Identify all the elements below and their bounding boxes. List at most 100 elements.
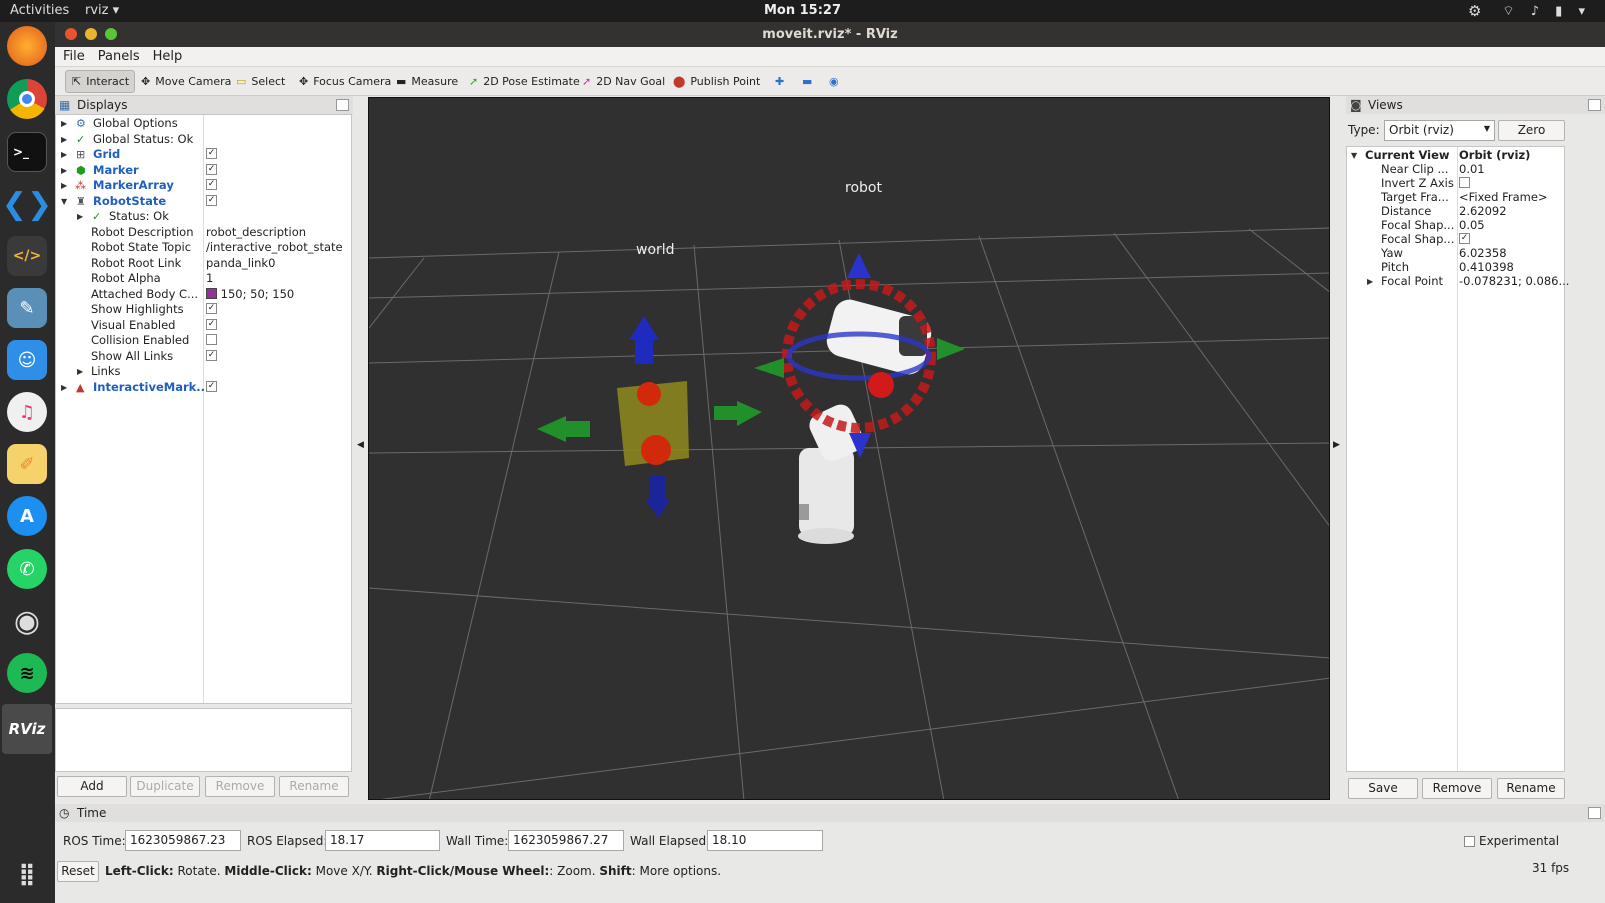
measure-tool[interactable]: ▬ Measure xyxy=(390,70,464,93)
tree-row-status[interactable]: ▶ ✓ Status: Ok xyxy=(56,209,351,225)
collapse-left-handle-icon[interactable]: ◀ xyxy=(357,440,364,450)
show-apps-icon[interactable]: ⣿ xyxy=(7,854,47,894)
ros-elapsed-field[interactable]: 18.17 xyxy=(325,830,440,851)
pose-estimate-tool[interactable]: ➚ 2D Pose Estimate xyxy=(463,70,586,93)
invert-z-checkbox[interactable] xyxy=(1459,176,1470,191)
obs-icon[interactable]: ◉ xyxy=(7,601,47,641)
add-display-button[interactable]: Add xyxy=(57,776,127,797)
expand-arrow-icon[interactable]: ▶ xyxy=(61,147,67,162)
tree-row-visual-enabled[interactable]: Visual Enabled ✓ xyxy=(56,318,351,334)
duplicate-display-button[interactable]: Duplicate xyxy=(130,776,200,797)
collapse-arrow-icon[interactable]: ▼ xyxy=(61,194,67,209)
expand-arrow-icon[interactable]: ▶ xyxy=(61,132,67,147)
experimental-checkbox[interactable] xyxy=(1464,835,1475,849)
chrome-icon[interactable] xyxy=(7,79,47,119)
tool-properties-icon[interactable]: ◉ xyxy=(823,70,845,93)
tree-row-marker[interactable]: ▶ ⬢ Marker ✓ xyxy=(56,163,351,179)
enabled-checkbox[interactable]: ✓ xyxy=(206,380,217,395)
ros-time-field[interactable]: 1623059867.23 xyxy=(125,830,241,851)
menu-help[interactable]: Help xyxy=(145,47,188,64)
expand-arrow-icon[interactable]: ▶ xyxy=(61,380,67,395)
tree-row-robot-state[interactable]: ▼ ♜ RobotState ✓ xyxy=(56,194,351,210)
view-type-select[interactable]: Orbit (rviz) ▼ xyxy=(1384,120,1495,141)
tree-row-robot-state-topic[interactable]: Robot State Topic/interactive_robot_stat… xyxy=(56,240,351,256)
tree-row-robot-alpha[interactable]: Robot Alpha 1 xyxy=(56,271,351,287)
menu-file[interactable]: File xyxy=(55,47,90,64)
remove-tool-icon[interactable]: ▬ xyxy=(796,70,818,93)
terminal-icon[interactable]: >_ xyxy=(7,132,47,172)
tree-row-interactive-markers[interactable]: ▶ ▲ InteractiveMark... ✓ xyxy=(56,380,351,396)
interact-tool[interactable]: ⇱ Interact xyxy=(65,70,135,93)
visual-enabled-checkbox[interactable]: ✓ xyxy=(206,318,217,333)
displays-tree[interactable]: ▶ ⚙ Global Options ▶ ✓ Global Status: Ok ▶ ⊞ G… xyxy=(55,114,352,704)
expand-arrow-icon[interactable]: ▶ xyxy=(77,209,83,224)
firefox-icon[interactable] xyxy=(7,26,47,66)
expand-arrow-icon[interactable]: ▶ xyxy=(77,364,83,379)
show-all-links-checkbox[interactable]: ✓ xyxy=(206,349,217,364)
show-highlights-checkbox[interactable]: ✓ xyxy=(206,302,217,317)
3d-viewport[interactable]: robot world xyxy=(368,97,1330,800)
views-tree[interactable]: ▼ Current View Orbit (rviz) Near Clip ... 0… xyxy=(1346,146,1569,772)
clock[interactable]: Mon 15:27 xyxy=(0,3,1605,18)
tree-row-marker-array[interactable]: ▶ ⁂ MarkerArray ✓ xyxy=(56,178,351,194)
tree-row-show-highlights[interactable]: Show Highlights ✓ xyxy=(56,302,351,318)
select-tool[interactable]: ▭ Select xyxy=(230,70,291,93)
remove-display-button[interactable]: Remove xyxy=(205,776,275,797)
tree-row-global-status[interactable]: ▶ ✓ Global Status: Ok xyxy=(56,132,351,148)
remove-view-button[interactable]: Remove xyxy=(1422,778,1492,799)
publish-point-tool[interactable]: ⬤ Publish Point xyxy=(667,70,766,93)
focal-shape-checkbox[interactable]: ✓ xyxy=(1459,232,1470,247)
view-prop-row[interactable]: ▶ Focal Point -0.078231; 0.086... xyxy=(1347,274,1569,290)
undock-button[interactable] xyxy=(1588,99,1601,111)
collapse-right-handle-icon[interactable]: ▶ xyxy=(1333,440,1340,450)
add-tool-icon[interactable]: ✚ xyxy=(769,70,790,93)
interactive-marker xyxy=(537,316,762,518)
system-tray[interactable]: ⌔ ♪ ▮ ▾ xyxy=(1502,3,1591,19)
activities-button[interactable]: Activities xyxy=(10,3,69,18)
collision-enabled-checkbox[interactable] xyxy=(206,333,217,348)
music-icon[interactable]: ♫ xyxy=(7,392,47,432)
collapse-arrow-icon[interactable]: ▼ xyxy=(1351,148,1357,163)
tree-row-global-options[interactable]: ▶ ⚙ Global Options xyxy=(56,116,351,132)
enabled-checkbox[interactable]: ✓ xyxy=(206,163,217,178)
enabled-checkbox[interactable]: ✓ xyxy=(206,178,217,193)
files-icon[interactable]: ☺ xyxy=(7,340,47,380)
enabled-checkbox[interactable]: ✓ xyxy=(206,147,217,162)
app-store-icon[interactable]: A xyxy=(7,496,47,536)
nav-goal-tool[interactable]: ➚ 2D Nav Goal xyxy=(576,70,671,93)
zero-button[interactable]: Zero xyxy=(1498,120,1565,141)
wall-elapsed-field[interactable]: 18.10 xyxy=(707,830,823,851)
reset-button[interactable]: Reset xyxy=(57,861,99,882)
screenshot-icon[interactable]: ✎ xyxy=(7,288,47,328)
save-view-button[interactable]: Save xyxy=(1348,778,1418,799)
rename-view-button[interactable]: Rename xyxy=(1497,778,1565,799)
tree-row-links[interactable]: ▶ Links xyxy=(56,364,351,380)
spotify-icon[interactable]: ≋ xyxy=(7,653,47,693)
expand-arrow-icon[interactable]: ▶ xyxy=(61,178,67,193)
undock-button[interactable] xyxy=(336,99,349,111)
color-value[interactable]: 150; 50; 150 xyxy=(206,287,294,302)
tree-row-show-all-links[interactable]: Show All Links ✓ xyxy=(56,349,351,365)
steam-icon[interactable]: ⚙ xyxy=(1468,2,1481,20)
focus-camera-tool[interactable]: ✥ Focus Camera xyxy=(293,70,397,93)
tree-row-attached-body-color[interactable]: Attached Body C... 150; 50; 150 xyxy=(56,287,351,303)
tree-row-robot-root-link[interactable]: Robot Root Link panda_link0 xyxy=(56,256,351,272)
move-camera-tool[interactable]: ✥ Move Camera xyxy=(135,70,237,93)
vscode-icon[interactable]: ❮❯ xyxy=(2,184,52,224)
menu-panels[interactable]: Panels xyxy=(90,47,145,64)
tree-row-collision-enabled[interactable]: Collision Enabled xyxy=(56,333,351,349)
expand-arrow-icon[interactable]: ▶ xyxy=(61,163,67,178)
rviz-dock-icon[interactable]: RViz xyxy=(2,704,52,754)
code-editor-icon[interactable]: </> xyxy=(7,236,47,276)
wall-time-field[interactable]: 1623059867.27 xyxy=(508,830,624,851)
undock-button[interactable] xyxy=(1588,807,1601,819)
expand-arrow-icon[interactable]: ▶ xyxy=(61,116,67,131)
tree-row-grid[interactable]: ▶ ⊞ Grid ✓ xyxy=(56,147,351,163)
app-menu[interactable]: rviz ▾ xyxy=(85,3,119,18)
enabled-checkbox[interactable]: ✓ xyxy=(206,194,217,209)
rename-display-button[interactable]: Rename xyxy=(279,776,349,797)
tree-row-robot-description[interactable]: Robot Description robot_description xyxy=(56,225,351,241)
whatsapp-icon[interactable]: ✆ xyxy=(7,549,47,589)
expand-arrow-icon[interactable]: ▶ xyxy=(1367,274,1373,289)
notes-icon[interactable]: ✐ xyxy=(7,444,47,484)
